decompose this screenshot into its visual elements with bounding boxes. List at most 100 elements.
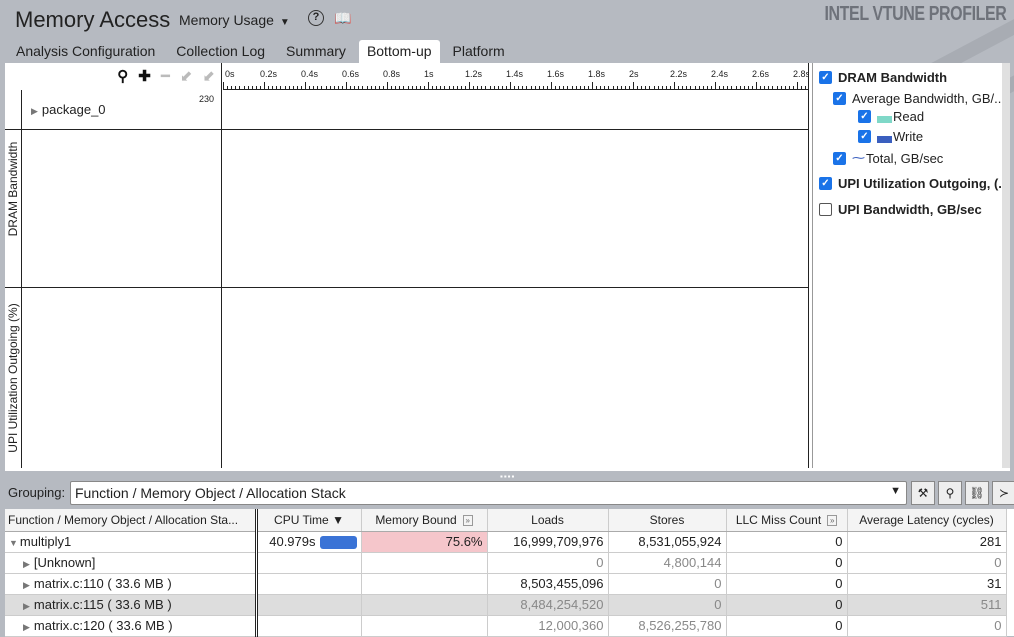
ruler-tick-label: 1.2s: [465, 69, 483, 79]
row-name[interactable]: ▼ multiply1: [5, 531, 258, 553]
latency-cell: 31: [847, 573, 1007, 595]
tab-collection-log[interactable]: Collection Log: [168, 40, 273, 63]
ruler-tick-mark: [288, 86, 290, 89]
tab-bottom-up[interactable]: Bottom-up: [358, 40, 440, 63]
ruler-tick-mark: [264, 82, 265, 89]
command-line-button[interactable]: ≻: [992, 481, 1014, 505]
help-icon[interactable]: ?: [308, 10, 324, 26]
undo-zoom-icon[interactable]: ⬋: [180, 67, 193, 85]
ruler-tick-mark: [624, 86, 626, 89]
legend-label: Read: [893, 109, 925, 124]
expand-column-icon[interactable]: »: [827, 515, 838, 527]
terminal-icon: ≻: [998, 486, 1010, 500]
expand-icon[interactable]: ▶: [23, 559, 30, 569]
col-function[interactable]: Function / Memory Object / Allocation St…: [5, 509, 258, 532]
ruler-tick-mark: [489, 86, 491, 89]
expand-icon[interactable]: ▶: [23, 580, 30, 590]
table-row-selected[interactable]: ▶ matrix.c:115 ( 33.6 MB ) 8,484,254,520 …: [5, 594, 1007, 616]
legend-label: Write: [893, 129, 924, 144]
grouping-select[interactable]: Function / Memory Object / Allocation St…: [70, 481, 907, 505]
row-label: matrix.c:110 ( 33.6 MB ): [33, 576, 172, 591]
expand-icon[interactable]: ▶: [23, 601, 30, 611]
documentation-icon[interactable]: 📖: [334, 10, 351, 27]
tab-platform[interactable]: Platform: [445, 40, 513, 63]
ruler-tick-mark: [633, 82, 634, 89]
ruler-tick-mark: [473, 86, 475, 89]
search-button[interactable]: ⚲: [938, 481, 962, 505]
ruler-tick-mark: [259, 86, 261, 89]
ruler-tick-mark: [805, 86, 807, 89]
legend-total[interactable]: ✓ ⁓ Total, GB/sec: [833, 150, 943, 166]
col-memory-bound[interactable]: Memory Bound »: [361, 509, 488, 532]
ruler-tick-mark: [231, 86, 233, 89]
checkbox-checked-icon[interactable]: ✓: [819, 71, 832, 84]
ruler-tick-mark: [637, 86, 639, 89]
row-name[interactable]: ▶ matrix.c:110 ( 33.6 MB ): [5, 573, 258, 595]
ruler-tick-mark: [784, 86, 786, 89]
checkbox-checked-icon[interactable]: ✓: [833, 92, 846, 105]
package-row-label[interactable]: ▶ package_0: [29, 102, 106, 117]
col-llc-miss[interactable]: LLC Miss Count »: [726, 509, 848, 532]
legend-upi-utilization[interactable]: ✓ UPI Utilization Outgoing, (...: [819, 176, 1009, 191]
tab-analysis-configuration[interactable]: Analysis Configuration: [8, 40, 163, 63]
ruler-tick-mark: [227, 86, 229, 89]
table-row[interactable]: ▼ multiply1 40.979s 75.6% 16,999,709,976 …: [5, 531, 1007, 553]
legend-write[interactable]: ✓ Write: [858, 129, 923, 144]
ruler-tick-mark: [456, 86, 458, 89]
row-name[interactable]: ▶ [Unknown]: [5, 552, 258, 574]
row-name[interactable]: ▶ matrix.c:120 ( 33.6 MB ): [5, 615, 258, 637]
customize-grouping-button[interactable]: ⚒: [911, 481, 935, 505]
analysis-type-dropdown[interactable]: Memory Usage ▼: [179, 12, 290, 28]
ruler-tick-mark: [415, 86, 417, 89]
package-row: ▶ package_0 230: [5, 90, 808, 130]
llc-cell: 0: [726, 552, 848, 574]
cpu-time-value: 40.979s: [269, 533, 316, 549]
ruler-tick-label: 0s: [225, 69, 235, 79]
page-title: Memory Access: [15, 7, 171, 32]
collapse-icon[interactable]: ▼: [9, 538, 18, 548]
col-cpu-time[interactable]: CPU Time ▼: [256, 509, 362, 532]
legend-read[interactable]: ✓ Read: [858, 109, 924, 124]
legend-upi-bandwidth[interactable]: UPI Bandwidth, GB/sec: [819, 202, 982, 217]
checkbox-checked-icon[interactable]: ✓: [819, 177, 832, 190]
ruler-tick-mark: [329, 86, 331, 89]
ruler-tick-mark: [551, 82, 552, 89]
checkbox-unchecked-icon[interactable]: [819, 203, 832, 216]
ruler-tick-mark: [579, 86, 581, 89]
reset-zoom-icon[interactable]: ⬋: [202, 67, 215, 85]
zoom-out-icon[interactable]: ━: [161, 67, 170, 85]
row-name[interactable]: ▶ matrix.c:115 ( 33.6 MB ): [5, 594, 258, 616]
table-row[interactable]: ▶ matrix.c:110 ( 33.6 MB ) 8,503,455,096 …: [5, 573, 1007, 595]
llc-cell: 0: [726, 573, 848, 595]
ruler-tick-mark: [518, 86, 520, 89]
tab-summary[interactable]: Summary: [278, 40, 354, 63]
loads-cell: 8,484,254,520: [487, 594, 609, 616]
legend-average-bandwidth[interactable]: ✓ Average Bandwidth, GB/...: [833, 91, 1005, 106]
ruler-tick-mark: [542, 86, 544, 89]
expand-icon[interactable]: ▶: [31, 106, 38, 116]
checkbox-checked-icon[interactable]: ✓: [833, 151, 846, 165]
expand-icon[interactable]: ▶: [23, 622, 30, 632]
col-loads[interactable]: Loads: [487, 509, 609, 532]
checkbox-checked-icon[interactable]: ✓: [858, 110, 871, 123]
col-avg-latency[interactable]: Average Latency (cycles): [847, 509, 1007, 532]
table-row[interactable]: ▶ [Unknown] 0 4,800,144 0 0: [5, 552, 1007, 574]
legend-scrollbar[interactable]: [1002, 63, 1010, 468]
checkbox-checked-icon[interactable]: ✓: [858, 130, 871, 143]
ruler-tick-mark: [706, 86, 708, 89]
ruler-tick-mark: [276, 86, 278, 89]
ruler-tick-mark: [612, 86, 614, 89]
legend-dram-bandwidth[interactable]: ✓ DRAM Bandwidth: [819, 70, 947, 85]
package-name: package_0: [41, 102, 106, 117]
expand-column-icon[interactable]: »: [462, 515, 473, 527]
call-stack-button[interactable]: ⛓: [965, 481, 989, 505]
ruler-tick-mark: [505, 86, 507, 89]
col-stores[interactable]: Stores: [608, 509, 727, 532]
search-icon[interactable]: ⚲: [117, 67, 128, 85]
table-row[interactable]: ▶ matrix.c:120 ( 33.6 MB ) 12,000,360 8,5…: [5, 615, 1007, 637]
ruler-tick-mark: [559, 86, 561, 89]
ruler-tick-mark: [370, 86, 372, 89]
time-ruler[interactable]: 0s 0.2s 0.4s 0.6s 0.8s 1s 1.2s 1.4s 1.6s 1.8s 2s 2.…: [223, 63, 819, 90]
zoom-in-icon[interactable]: ✚: [138, 67, 151, 85]
memory-bound-cell: [361, 615, 488, 637]
